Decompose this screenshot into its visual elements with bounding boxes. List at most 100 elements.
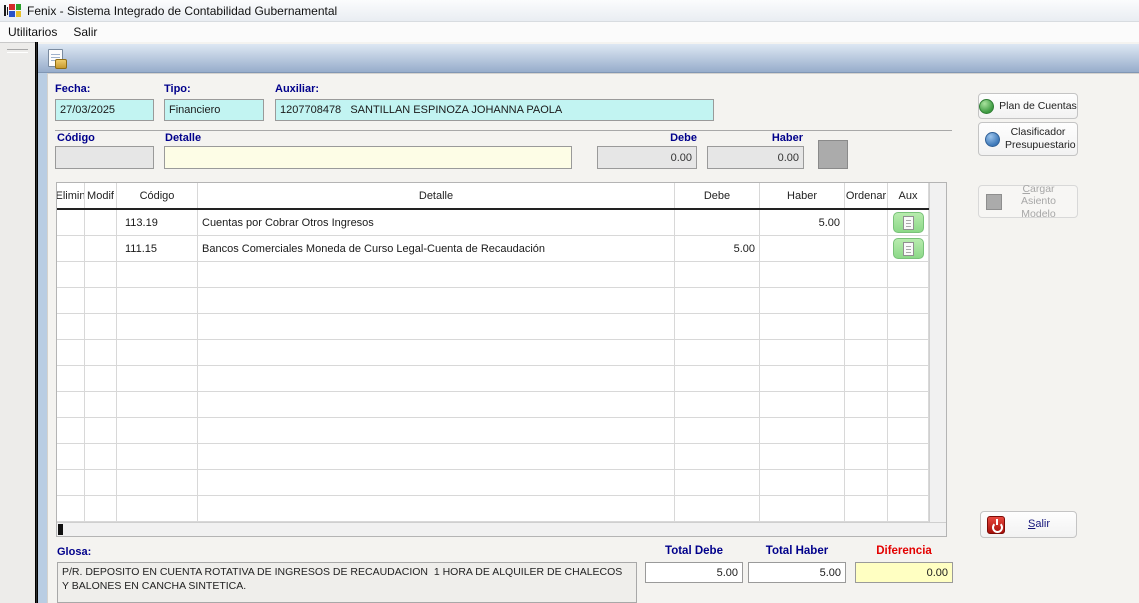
diferencia-field: 0.00: [855, 562, 953, 583]
cell-detalle: [198, 444, 675, 469]
new-entry-document-coins-icon[interactable]: [48, 49, 67, 69]
cell-elimin: [57, 210, 85, 235]
cell-debe: [675, 210, 760, 235]
menu-salir[interactable]: Salir: [65, 23, 105, 41]
entry-action-button[interactable]: [818, 140, 848, 169]
header-modif: Modif: [85, 183, 117, 208]
codigo-input[interactable]: [55, 146, 154, 169]
aux-button[interactable]: [892, 212, 924, 233]
title-bar: Fenix - Sistema Integrado de Contabilida…: [0, 0, 1139, 22]
vertical-scrollbar[interactable]: [929, 183, 946, 522]
cell-aux: [888, 262, 929, 287]
cell-ordenar: [845, 392, 888, 417]
cell-modif: [85, 288, 117, 313]
table-row[interactable]: [57, 288, 929, 314]
cell-detalle: [198, 418, 675, 443]
cell-aux: [888, 288, 929, 313]
panel-grip[interactable]: [7, 49, 28, 53]
cell-codigo: 111.15: [117, 236, 198, 261]
detalle-label: Detalle: [165, 132, 202, 144]
cell-debe: [675, 470, 760, 495]
cell-ordenar: [845, 340, 888, 365]
cell-elimin: [57, 366, 85, 391]
detalle-input[interactable]: [164, 146, 572, 169]
cell-elimin: [57, 236, 85, 261]
cell-aux: [888, 392, 929, 417]
cell-modif: [85, 418, 117, 443]
cell-debe: [675, 392, 760, 417]
cell-ordenar: [845, 470, 888, 495]
cell-detalle: [198, 496, 675, 521]
horizontal-scrollbar-thumb[interactable]: [58, 524, 63, 535]
cell-ordenar: [845, 262, 888, 287]
haber-label: Haber: [771, 132, 803, 144]
cell-detalle: [198, 314, 675, 339]
menu-utilitarios[interactable]: Utilitarios: [0, 23, 65, 41]
cell-codigo: [117, 444, 198, 469]
auxiliar-input[interactable]: 1207708478 SANTILLAN ESPINOZA JOHANNA PA…: [275, 99, 714, 121]
cell-modif: [85, 366, 117, 391]
cell-detalle: [198, 366, 675, 391]
table-row[interactable]: [57, 418, 929, 444]
left-collapsed-panel[interactable]: [0, 42, 35, 603]
table-row[interactable]: [57, 496, 929, 522]
debe-input[interactable]: 0.00: [597, 146, 697, 169]
table-header-row: Elimin Modif Código Detalle Debe Haber O…: [57, 183, 929, 210]
table-row[interactable]: [57, 392, 929, 418]
table-row[interactable]: [57, 340, 929, 366]
cell-haber: [760, 418, 845, 443]
table-row[interactable]: [57, 444, 929, 470]
total-haber-field: 5.00: [748, 562, 846, 583]
plan-de-cuentas-button[interactable]: Plan de Cuentas: [978, 93, 1078, 119]
header-ordenar: Ordenar: [845, 183, 888, 208]
haber-input[interactable]: 0.00: [707, 146, 804, 169]
aux-document-icon: [902, 241, 914, 256]
cell-detalle: Cuentas por Cobrar Otros Ingresos: [198, 210, 675, 235]
cell-codigo: [117, 470, 198, 495]
cell-codigo: [117, 314, 198, 339]
cell-detalle: [198, 470, 675, 495]
fecha-label: Fecha:: [55, 83, 91, 95]
clasificador-presupuestario-button[interactable]: Clasificador Presupuestario: [978, 122, 1078, 156]
cell-haber: [760, 288, 845, 313]
cell-aux: [888, 496, 929, 521]
cell-debe: [675, 496, 760, 521]
table-row[interactable]: [57, 366, 929, 392]
aux-button[interactable]: [892, 238, 924, 259]
tipo-input[interactable]: Financiero: [164, 99, 264, 121]
table-row[interactable]: [57, 314, 929, 340]
cell-haber: [760, 470, 845, 495]
cell-aux: [888, 314, 929, 339]
entries-grid: Elimin Modif Código Detalle Debe Haber O…: [57, 183, 929, 522]
cell-debe: [675, 314, 760, 339]
cell-modif: [85, 262, 117, 287]
cell-aux: [888, 444, 929, 469]
cell-haber: [760, 496, 845, 521]
cell-codigo: [117, 288, 198, 313]
auxiliar-label: Auxiliar:: [275, 83, 320, 95]
table-row[interactable]: 113.19 Cuentas por Cobrar Otros Ingresos 5…: [57, 210, 929, 236]
header-debe: Debe: [675, 183, 760, 208]
cell-detalle: [198, 340, 675, 365]
entries-table-body: 113.19 Cuentas por Cobrar Otros Ingresos 5…: [57, 210, 929, 522]
cell-detalle: [198, 262, 675, 287]
cell-modif: [85, 210, 117, 235]
cell-codigo: [117, 340, 198, 365]
cell-aux: [888, 418, 929, 443]
clasificador-label: Clasificador Presupuestario: [1005, 126, 1076, 151]
cell-haber: 5.00: [760, 210, 845, 235]
fecha-input[interactable]: 27/03/2025: [55, 99, 154, 121]
glosa-textarea[interactable]: P/R. DEPOSITO EN CUENTA ROTATIVA DE INGR…: [57, 562, 637, 603]
horizontal-scrollbar[interactable]: [57, 522, 946, 536]
table-row[interactable]: 111.15 Bancos Comerciales Moneda de Curso…: [57, 236, 929, 262]
cell-debe: [675, 262, 760, 287]
cargar-asiento-modelo-button[interactable]: Cargar Asiento Modelo: [978, 183, 1078, 220]
app-icon: [4, 4, 21, 17]
table-row[interactable]: [57, 262, 929, 288]
cell-modif: [85, 496, 117, 521]
table-row[interactable]: [57, 470, 929, 496]
salir-button[interactable]: Salir: [980, 511, 1077, 538]
header-detalle: Detalle: [198, 183, 675, 208]
cell-ordenar: [845, 210, 888, 235]
cell-elimin: [57, 314, 85, 339]
